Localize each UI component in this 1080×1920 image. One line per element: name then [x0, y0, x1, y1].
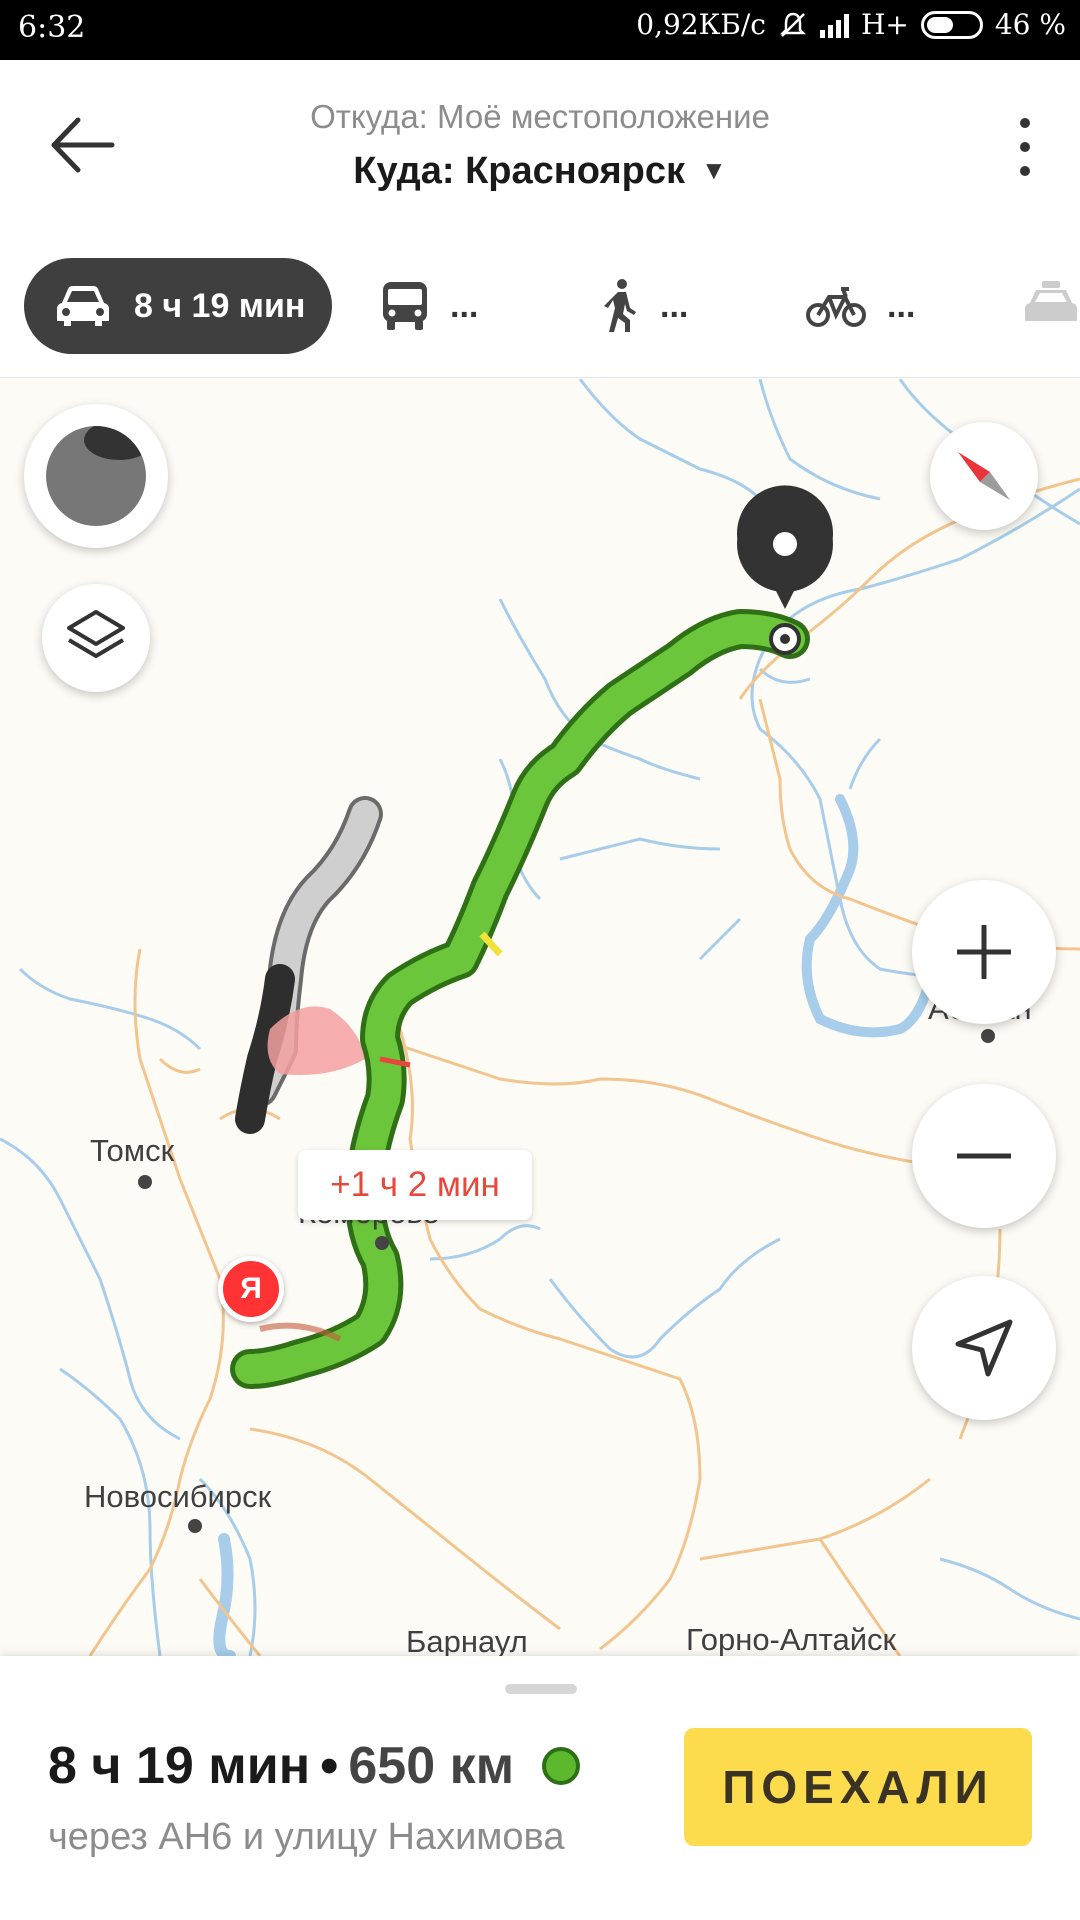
map-canvas [0, 379, 1080, 1656]
traffic-delay-badge[interactable]: +1 ч 2 мин [298, 1150, 532, 1220]
menu-dot [1020, 118, 1030, 128]
network-speed: 0,92КБ/с [636, 8, 766, 41]
status-time: 6:32 [18, 10, 86, 45]
route-summary: 8 ч 19 мин • 650 км [48, 1736, 581, 1796]
zoom-in-button[interactable] [912, 880, 1056, 1024]
transit-duration: ... [450, 286, 479, 325]
route-to-label: Куда: Красноярск [353, 150, 685, 192]
status-right: 0,92КБ/с H+ 46 % [636, 8, 1066, 41]
walk-icon [604, 279, 636, 332]
bike-icon [806, 287, 866, 327]
compass-button[interactable] [930, 422, 1038, 530]
bike-duration: ... [887, 286, 916, 325]
minus-icon [957, 1153, 1011, 1159]
route-to[interactable]: Куда: Красноярск ▼ [0, 150, 1080, 193]
traffic-indicator-icon [542, 1747, 581, 1785]
status-bar: 6:32 0,92КБ/с H+ 46 % [0, 0, 1080, 60]
avatar [46, 426, 146, 526]
dropdown-caret-icon: ▼ [701, 155, 727, 185]
go-button[interactable]: ПОЕХАЛИ [684, 1728, 1032, 1846]
signal-icon [819, 12, 849, 38]
my-location-marker: Я [218, 1256, 284, 1322]
notifications-off-icon [779, 12, 806, 37]
city-label-gorno-altaysk: Горно-Алтайск [686, 1622, 897, 1656]
route-duration: 8 ч 19 мин [48, 1737, 311, 1795]
battery-level: 46 % [994, 8, 1066, 41]
mode-taxi-tab[interactable] [1022, 258, 1080, 354]
mode-transit-tab[interactable]: ... [380, 258, 478, 354]
city-label-novosibirsk: Новосибирск [84, 1479, 272, 1514]
mode-car-tab[interactable]: 8 ч 19 мин [24, 258, 332, 354]
battery-icon [920, 10, 983, 39]
profile-button[interactable] [24, 404, 168, 548]
plus-icon [957, 925, 1011, 979]
menu-dot [1020, 142, 1030, 152]
menu-dot [1020, 166, 1030, 176]
mode-walk-tab[interactable]: ... [600, 258, 688, 354]
route-from[interactable]: Откуда: Моё местоположение [0, 98, 1080, 136]
zoom-out-button[interactable] [912, 1084, 1056, 1228]
mode-bike-tab[interactable]: ... [805, 258, 915, 354]
network-type: H+ [860, 8, 909, 41]
summary-separator: • [320, 1737, 339, 1795]
route-distance: 650 км [348, 1737, 515, 1795]
car-icon [57, 286, 109, 326]
sheet-grabber[interactable] [505, 1684, 577, 1694]
transport-modes: 8 ч 19 мин ... ... ... [0, 258, 1080, 356]
layers-icon [67, 610, 125, 658]
navigation-arrow-icon [955, 1319, 1013, 1377]
route-header: Откуда: Моё местоположение Куда: Красноя… [0, 60, 1080, 378]
city-label-barnaul: Барнаул [406, 1624, 528, 1656]
more-menu-button[interactable] [1010, 112, 1040, 182]
map-view[interactable]: Томск Кемерово Новосибирск Барнаул Горно… [0, 379, 1080, 1656]
route-bottom-sheet[interactable]: 8 ч 19 мин • 650 км через АН6 и улицу На… [0, 1656, 1080, 1920]
taxi-icon [1025, 281, 1077, 321]
walk-duration: ... [660, 286, 689, 325]
bus-icon [383, 282, 427, 330]
route-via: через АН6 и улицу Нахимова [48, 1816, 565, 1858]
compass-icon [958, 452, 1010, 500]
map-layers-button[interactable] [42, 584, 150, 692]
city-label-tomsk: Томск [90, 1133, 175, 1168]
my-location-button[interactable] [912, 1276, 1056, 1420]
car-duration: 8 ч 19 мин [134, 286, 306, 325]
